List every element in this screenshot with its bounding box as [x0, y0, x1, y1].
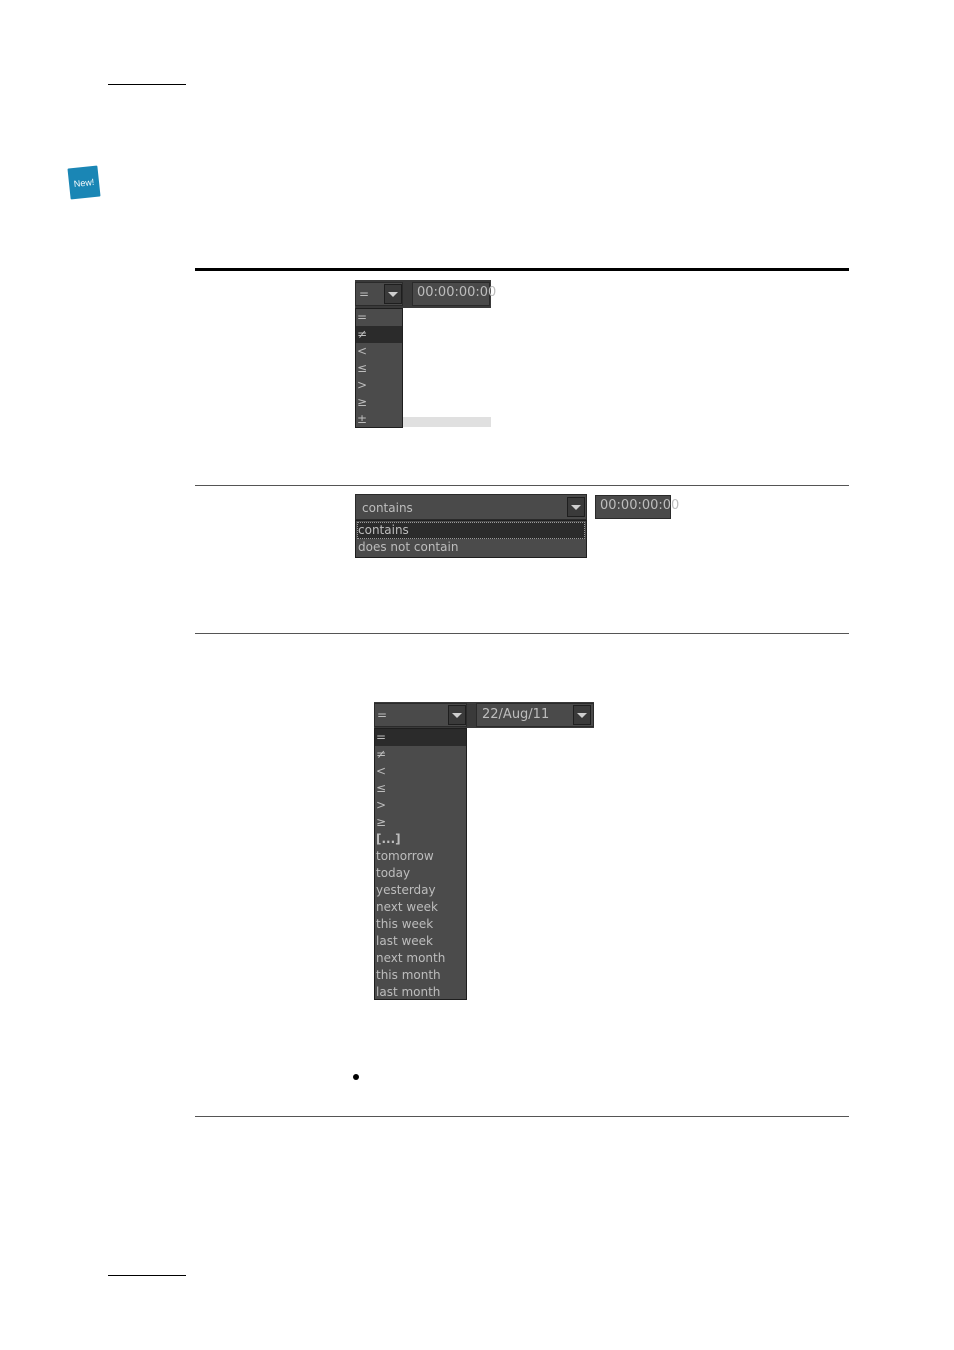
row-divider — [195, 633, 849, 634]
date-dropdown-button[interactable] — [573, 705, 591, 725]
chevron-down-icon — [571, 504, 581, 510]
contains-value: contains — [362, 501, 413, 515]
dropdown-option[interactable]: = — [356, 309, 402, 326]
timecode-field[interactable]: 00:00:00:00 — [412, 282, 496, 306]
new-badge-label: New! — [73, 176, 95, 189]
header-rule — [108, 84, 186, 85]
dropdown-option[interactable]: ≥ — [375, 814, 466, 831]
dropdown-option[interactable]: next week — [375, 899, 466, 916]
dropdown-option[interactable]: next month — [375, 950, 466, 967]
timecode-field[interactable]: 00:00:00:00 — [595, 495, 679, 519]
timecode-filter-screenshot: = 00:00:00:00 = ≠ < ≤ > ≥ ± — [355, 280, 496, 428]
dropdown-option[interactable]: tomorrow — [375, 848, 466, 865]
table-top-rule — [195, 268, 849, 271]
timecode-value: 00:00:00:00 — [417, 285, 497, 300]
dropdown-option[interactable]: ± — [356, 411, 402, 428]
footer-rule — [108, 1275, 186, 1276]
dropdown-option[interactable]: > — [375, 797, 466, 814]
operator-value: = — [377, 708, 388, 722]
operator-value: = — [359, 287, 370, 301]
dropdown-option[interactable]: contains — [357, 522, 585, 539]
timecode-value: 00:00:00:00 — [600, 498, 680, 513]
list-shadow — [403, 417, 491, 427]
dropdown-option[interactable]: today — [375, 865, 466, 882]
new-badge-icon: New! — [67, 165, 101, 200]
chevron-down-icon — [452, 712, 462, 718]
dropdown-option[interactable]: ≤ — [375, 780, 466, 797]
operator-dropdown-button[interactable] — [384, 284, 402, 304]
date-value: 22/Aug/11 — [482, 707, 550, 722]
dropdown-option[interactable]: < — [375, 763, 466, 780]
dropdown-option[interactable]: ≥ — [356, 394, 402, 411]
dropdown-option[interactable]: < — [356, 343, 402, 360]
contains-dropdown-button[interactable] — [567, 497, 585, 517]
dropdown-option[interactable]: > — [356, 377, 402, 394]
chevron-down-icon — [388, 291, 398, 297]
dropdown-option[interactable]: = — [375, 729, 466, 746]
bullet-point — [353, 1074, 359, 1080]
contains-list: contains does not contain — [355, 520, 587, 558]
operator-list: = ≠ < ≤ > ≥ ± — [355, 308, 403, 428]
dropdown-option[interactable]: yesterday — [375, 882, 466, 899]
date-filter-screenshot: = 22/Aug/11 = ≠ < ≤ > ≥ [...] tomorrow today yest… — [374, 702, 594, 1000]
dropdown-option[interactable]: this week — [375, 916, 466, 933]
dropdown-option[interactable]: does not contain — [357, 539, 585, 556]
text-filter-screenshot: contains 00:00:00:00 contains does not co… — [355, 494, 679, 558]
date-operator-list: = ≠ < ≤ > ≥ [...] tomorrow today yesterday next we… — [374, 728, 467, 1000]
dropdown-option[interactable]: ≤ — [356, 360, 402, 377]
chevron-down-icon — [577, 712, 587, 718]
contains-combo[interactable]: contains — [355, 494, 587, 520]
dropdown-option[interactable]: [...] — [375, 831, 466, 848]
dropdown-option[interactable]: last week — [375, 933, 466, 950]
operator-dropdown-button[interactable] — [448, 705, 466, 725]
dropdown-option[interactable]: this month — [375, 967, 466, 984]
dropdown-option[interactable]: ≠ — [375, 746, 466, 763]
row-divider — [195, 1116, 849, 1117]
row-divider — [195, 485, 849, 486]
dropdown-option[interactable]: ≠ — [356, 326, 402, 343]
dropdown-option[interactable]: last month — [375, 984, 466, 1001]
